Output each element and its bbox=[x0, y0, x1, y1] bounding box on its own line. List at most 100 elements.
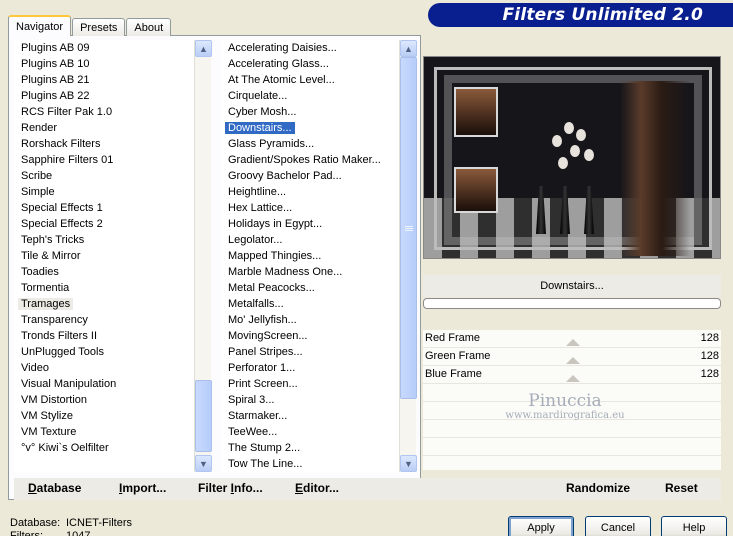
tab-about[interactable]: About bbox=[126, 18, 172, 36]
param-label: Red Frame bbox=[425, 332, 481, 344]
category-list-item[interactable]: VM Distortion bbox=[14, 392, 194, 408]
filter-list-item[interactable]: TeeWee... bbox=[221, 424, 399, 440]
preview-image bbox=[423, 56, 721, 259]
category-list-item[interactable]: Plugins AB 10 bbox=[14, 56, 194, 72]
param-label: Blue Frame bbox=[425, 368, 482, 380]
filter-list-item[interactable]: Mo' Jellyfish... bbox=[221, 312, 399, 328]
filter-list-item[interactable]: Groovy Bachelor Pad... bbox=[221, 168, 399, 184]
slider-marker-icon[interactable] bbox=[566, 339, 580, 346]
filter-list-item[interactable]: At The Atomic Level... bbox=[221, 72, 399, 88]
category-list[interactable]: Plugins AB 09 Plugins AB 10 Plugins AB 21 P… bbox=[14, 40, 194, 472]
category-list-item[interactable]: Tramages bbox=[14, 296, 194, 312]
category-list-item[interactable]: Special Effects 2 bbox=[14, 216, 194, 232]
slider-marker-icon[interactable] bbox=[566, 357, 580, 364]
param-value: 128 bbox=[700, 368, 719, 380]
category-list-item[interactable]: Special Effects 1 bbox=[14, 200, 194, 216]
category-list-item[interactable]: Teph's Tricks bbox=[14, 232, 194, 248]
category-list-item[interactable]: Transparency bbox=[14, 312, 194, 328]
scroll-up-button[interactable]: ▲ bbox=[195, 40, 212, 57]
filter-list-item[interactable]: Cirquelate... bbox=[221, 88, 399, 104]
param-red-frame[interactable]: Red Frame 128 bbox=[423, 330, 721, 348]
slider-marker-icon[interactable] bbox=[566, 375, 580, 382]
import-button[interactable]: Import... bbox=[119, 481, 166, 495]
filter-list-item[interactable]: Print Screen... bbox=[221, 376, 399, 392]
filter-list-item[interactable]: Tow The Line... bbox=[221, 456, 399, 472]
category-list-item[interactable]: UnPlugged Tools bbox=[14, 344, 194, 360]
help-button[interactable]: Help bbox=[661, 516, 727, 536]
tab-presets[interactable]: Presets bbox=[72, 18, 126, 36]
category-list-item[interactable]: Plugins AB 22 bbox=[14, 88, 194, 104]
category-list-item[interactable]: Tronds Filters II bbox=[14, 328, 194, 344]
filter-list-item[interactable]: Accelerating Daisies... bbox=[221, 40, 399, 56]
status-key: Filters: bbox=[10, 530, 43, 536]
param-value: 128 bbox=[700, 350, 719, 362]
app-title: Filters Unlimited 2.0 bbox=[502, 5, 703, 25]
category-list-item[interactable]: Simple bbox=[14, 184, 194, 200]
filter-list-item[interactable]: Starmaker... bbox=[221, 408, 399, 424]
filter-list-item[interactable]: Downstairs... bbox=[221, 120, 399, 136]
filter-list-item[interactable]: Metalfalls... bbox=[221, 296, 399, 312]
reset-button[interactable]: Reset bbox=[665, 481, 698, 495]
filter-list-item[interactable]: Mapped Thingies... bbox=[221, 248, 399, 264]
category-list-item[interactable]: Visual Manipulation bbox=[14, 376, 194, 392]
category-list-item[interactable]: °v° Kiwi`s Oelfilter bbox=[14, 440, 194, 456]
filter-list-item[interactable]: MovingScreen... bbox=[221, 328, 399, 344]
filter-list-item[interactable]: Perforator 1... bbox=[221, 360, 399, 376]
filter-info-button[interactable]: Filter Info... bbox=[198, 481, 263, 495]
category-list-item[interactable]: Tormentia bbox=[14, 280, 194, 296]
category-list-item[interactable]: VM Stylize bbox=[14, 408, 194, 424]
tab-navigator[interactable]: Navigator bbox=[8, 15, 72, 36]
category-scrollbar[interactable]: ▲ ▼ bbox=[194, 40, 212, 472]
randomize-button[interactable]: Randomize bbox=[566, 481, 630, 495]
filter-list-item[interactable]: Heightline... bbox=[221, 184, 399, 200]
tab-strip: Navigator Presets About bbox=[8, 14, 172, 36]
scroll-down-button[interactable]: ▼ bbox=[195, 455, 212, 472]
filter-list-item[interactable]: Gradient/Spokes Ratio Maker... bbox=[221, 152, 399, 168]
status-area: Database: ICNET-Filters Filters: 1047 bbox=[10, 517, 132, 536]
current-filter-label: Downstairs... bbox=[423, 275, 721, 297]
scroll-up-button[interactable]: ▲ bbox=[400, 40, 417, 57]
filter-list-item[interactable]: Marble Madness One... bbox=[221, 264, 399, 280]
filter-list-item[interactable]: Spiral 3... bbox=[221, 392, 399, 408]
filter-list-item[interactable]: Hex Lattice... bbox=[221, 200, 399, 216]
filter-list-item[interactable]: Holidays in Egypt... bbox=[221, 216, 399, 232]
scroll-thumb[interactable] bbox=[400, 57, 417, 399]
progress-bar bbox=[423, 298, 721, 309]
param-blue-frame[interactable]: Blue Frame 128 bbox=[423, 366, 721, 384]
category-list-item[interactable]: Rorshack Filters bbox=[14, 136, 194, 152]
scroll-thumb[interactable] bbox=[195, 380, 212, 452]
filter-list-item[interactable]: Glass Pyramids... bbox=[221, 136, 399, 152]
category-list-item[interactable]: Render bbox=[14, 120, 194, 136]
filter-scrollbar[interactable]: ▲ ▼ bbox=[399, 40, 417, 472]
filter-list[interactable]: Accelerating Daisies... Accelerating Glas… bbox=[221, 40, 399, 472]
filter-list-item[interactable]: Metal Peacocks... bbox=[221, 280, 399, 296]
cancel-button[interactable]: Cancel bbox=[585, 516, 651, 536]
param-green-frame[interactable]: Green Frame 128 bbox=[423, 348, 721, 366]
title-banner: Filters Unlimited 2.0 bbox=[428, 3, 733, 27]
arrow-up-icon: ▲ bbox=[199, 43, 208, 54]
editor-button[interactable]: Editor... bbox=[295, 481, 339, 495]
apply-button[interactable]: Apply bbox=[508, 516, 574, 536]
category-list-item[interactable]: Sapphire Filters 01 bbox=[14, 152, 194, 168]
category-list-item[interactable]: RCS Filter Pak 1.0 bbox=[14, 104, 194, 120]
param-label: Green Frame bbox=[425, 350, 491, 362]
filter-list-item[interactable]: Legolator... bbox=[221, 232, 399, 248]
status-value: 1047 bbox=[66, 530, 91, 536]
filter-list-item[interactable]: Accelerating Glass... bbox=[221, 56, 399, 72]
category-list-item[interactable]: Tile & Mirror bbox=[14, 248, 194, 264]
filter-list-item[interactable]: The Stump 2... bbox=[221, 440, 399, 456]
category-list-item[interactable]: Scribe bbox=[14, 168, 194, 184]
category-list-item[interactable]: VM Texture bbox=[14, 424, 194, 440]
arrow-down-icon: ▼ bbox=[404, 458, 413, 469]
category-list-item[interactable]: Plugins AB 09 bbox=[14, 40, 194, 56]
filter-list-item[interactable]: Cyber Mosh... bbox=[221, 104, 399, 120]
arrow-down-icon: ▼ bbox=[199, 458, 208, 469]
parameter-list: Red Frame 128 Green Frame 128 Blue Frame… bbox=[423, 330, 721, 470]
scroll-down-button[interactable]: ▼ bbox=[400, 455, 417, 472]
filter-list-item[interactable]: Panel Stripes... bbox=[221, 344, 399, 360]
category-list-item[interactable]: Plugins AB 21 bbox=[14, 72, 194, 88]
status-value: ICNET-Filters bbox=[66, 517, 132, 529]
category-list-item[interactable]: Toadies bbox=[14, 264, 194, 280]
category-list-item[interactable]: Video bbox=[14, 360, 194, 376]
database-button[interactable]: Database bbox=[28, 481, 81, 495]
